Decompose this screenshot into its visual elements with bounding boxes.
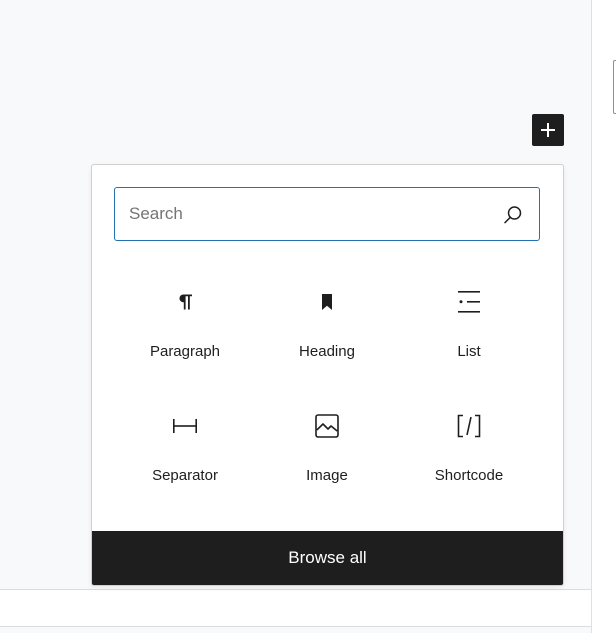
block-item-shortcode[interactable]: Shortcode xyxy=(398,399,540,509)
block-item-heading[interactable]: Heading xyxy=(256,275,398,385)
editor-footer-bar xyxy=(0,589,591,627)
image-icon xyxy=(315,414,339,438)
block-item-list[interactable]: List xyxy=(398,275,540,385)
search-icon[interactable] xyxy=(501,203,525,227)
heading-bookmark-icon xyxy=(322,294,332,310)
paragraph-icon xyxy=(179,294,192,310)
shortcode-icon xyxy=(457,414,481,438)
browse-all-button[interactable]: Browse all xyxy=(92,531,563,585)
block-inserter-popover: Paragraph Heading List Separator xyxy=(91,164,564,586)
block-search-input[interactable] xyxy=(129,188,499,239)
block-item-separator[interactable]: Separator xyxy=(114,399,256,509)
block-label: Heading xyxy=(299,343,355,360)
block-item-paragraph[interactable]: Paragraph xyxy=(114,275,256,385)
block-label: Paragraph xyxy=(149,343,221,360)
plus-icon xyxy=(541,123,555,137)
block-search-box xyxy=(114,187,540,241)
list-icon xyxy=(458,291,480,313)
block-item-image[interactable]: Image xyxy=(256,399,398,509)
block-label: Image xyxy=(306,467,348,484)
block-label: Separator xyxy=(152,467,218,484)
settings-sidebar xyxy=(591,0,616,633)
block-label: Shortcode xyxy=(434,467,504,484)
block-inserter-toggle-button[interactable] xyxy=(532,114,564,146)
block-label: List xyxy=(457,343,481,360)
separator-icon xyxy=(173,419,197,433)
